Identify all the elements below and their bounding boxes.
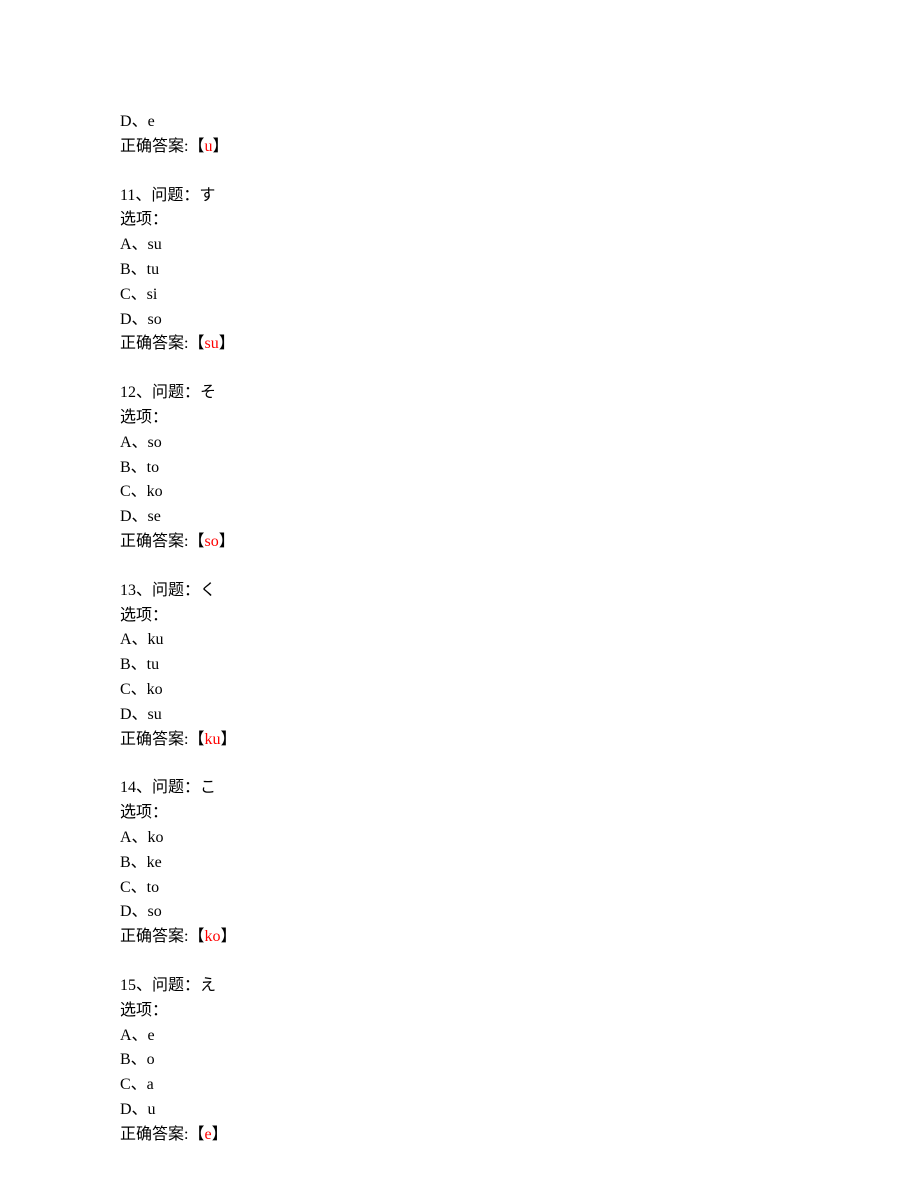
option-line: C、ko bbox=[120, 480, 800, 505]
option-line: D、se bbox=[120, 505, 800, 530]
partial-question-block: D、e 正确答案:【u】 bbox=[120, 110, 800, 160]
option-value: e bbox=[148, 113, 155, 130]
option-letter: D bbox=[120, 113, 132, 130]
question-line: 13、问题：く bbox=[120, 579, 800, 604]
bracket-close: 】 bbox=[219, 335, 235, 352]
question-block: 11、问题：す选项：A、suB、tuC、siD、so正确答案:【su】 bbox=[120, 184, 800, 358]
question-block: 12、问题：そ选项：A、soB、toC、koD、se正确答案:【so】 bbox=[120, 381, 800, 555]
option-line: D、so bbox=[120, 900, 800, 925]
bracket-close: 】 bbox=[220, 731, 236, 748]
question-block: 13、问题：く选项：A、kuB、tuC、koD、su正确答案:【ku】 bbox=[120, 579, 800, 753]
answer-line: 正确答案:【u】 bbox=[120, 135, 800, 160]
option-line: C、to bbox=[120, 876, 800, 901]
answer-line: 正确答案:【e】 bbox=[120, 1123, 800, 1148]
answer-value: ko bbox=[204, 928, 220, 945]
options-label-line: 选项： bbox=[120, 801, 800, 826]
option-line: B、tu bbox=[120, 258, 800, 283]
answer-label: 正确答案: bbox=[120, 731, 188, 748]
bracket-open: 【 bbox=[188, 928, 204, 945]
option-line: D、e bbox=[120, 110, 800, 135]
option-line: C、a bbox=[120, 1073, 800, 1098]
answer-line: 正确答案:【ko】 bbox=[120, 925, 800, 950]
option-sep: 、 bbox=[132, 113, 148, 130]
document-content: D、e 正确答案:【u】 11、问题：す选项：A、suB、tuC、siD、so正… bbox=[0, 0, 800, 1147]
option-line: A、e bbox=[120, 1024, 800, 1049]
option-line: A、ko bbox=[120, 826, 800, 851]
answer-label: 正确答案: bbox=[120, 1126, 188, 1143]
question-line: 14、问题：こ bbox=[120, 776, 800, 801]
answer-line: 正确答案:【so】 bbox=[120, 530, 800, 555]
options-label-line: 选项： bbox=[120, 406, 800, 431]
option-line: B、to bbox=[120, 456, 800, 481]
bracket-open: 【 bbox=[188, 335, 204, 352]
bracket-open: 【 bbox=[188, 533, 204, 550]
answer-line: 正确答案:【su】 bbox=[120, 332, 800, 357]
bracket-close: 】 bbox=[212, 138, 228, 155]
bracket-open: 【 bbox=[188, 731, 204, 748]
question-line: 15、问题：え bbox=[120, 974, 800, 999]
options-label-line: 选项： bbox=[120, 208, 800, 233]
bracket-open: 【 bbox=[188, 1126, 204, 1143]
option-line: D、u bbox=[120, 1098, 800, 1123]
option-line: D、su bbox=[120, 703, 800, 728]
question-line: 12、问题：そ bbox=[120, 381, 800, 406]
answer-line: 正确答案:【ku】 bbox=[120, 728, 800, 753]
question-line: 11、问题：す bbox=[120, 184, 800, 209]
option-line: C、si bbox=[120, 283, 800, 308]
answer-label: 正确答案: bbox=[120, 138, 188, 155]
answer-label: 正确答案: bbox=[120, 335, 188, 352]
options-label-line: 选项： bbox=[120, 999, 800, 1024]
answer-value: ku bbox=[204, 731, 220, 748]
bracket-open: 【 bbox=[188, 138, 204, 155]
answer-value: su bbox=[204, 335, 218, 352]
bracket-close: 】 bbox=[220, 928, 236, 945]
answer-label: 正确答案: bbox=[120, 533, 188, 550]
answer-value: e bbox=[204, 1126, 211, 1143]
option-line: B、o bbox=[120, 1048, 800, 1073]
option-line: A、su bbox=[120, 233, 800, 258]
option-line: A、so bbox=[120, 431, 800, 456]
answer-label: 正确答案: bbox=[120, 928, 188, 945]
option-line: D、so bbox=[120, 308, 800, 333]
question-block: 14、问题：こ选项：A、koB、keC、toD、so正确答案:【ko】 bbox=[120, 776, 800, 950]
option-line: B、tu bbox=[120, 653, 800, 678]
question-block: 15、问题：え选项：A、eB、oC、aD、u正确答案:【e】 bbox=[120, 974, 800, 1148]
answer-value: so bbox=[204, 533, 218, 550]
option-line: A、ku bbox=[120, 628, 800, 653]
option-line: C、ko bbox=[120, 678, 800, 703]
options-label-line: 选项： bbox=[120, 604, 800, 629]
option-line: B、ke bbox=[120, 851, 800, 876]
bracket-close: 】 bbox=[212, 1126, 228, 1143]
bracket-close: 】 bbox=[219, 533, 235, 550]
